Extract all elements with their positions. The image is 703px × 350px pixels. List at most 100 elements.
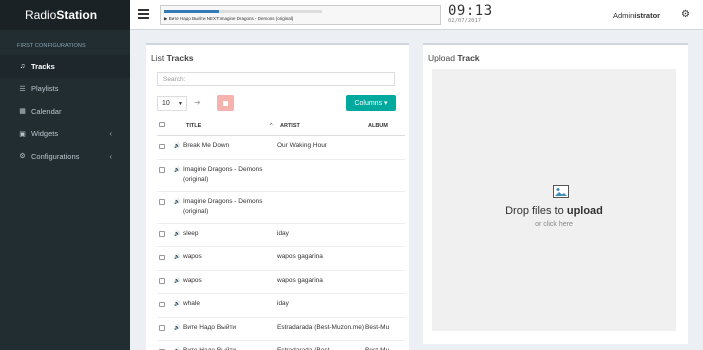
cell-album [365,294,405,304]
menu-toggle-icon[interactable] [138,9,149,19]
cogs-icon: ⚙ [19,153,26,161]
widgets-icon: ▣ [19,130,26,138]
topbar: ▶ Витe Надо Выйти NEXT:Imagine Dragons -… [130,0,703,30]
cell-album [365,247,405,257]
table-row[interactable]: 🔊 whale iday [157,294,405,318]
sidebar: Radio Station FIRST CONFIGURATIONS ♫ Trac… [0,0,130,350]
delete-button[interactable] [217,95,234,111]
sidebar-item-label: Playlists [31,84,59,94]
sidebar-item-calendar[interactable]: ▦ Calendar [0,100,130,123]
panel-title: Upload Track [423,45,688,63]
upload-track-panel: Upload Track Drop files to upload or cli… [423,43,688,344]
nav-header: FIRST CONFIGURATIONS [17,43,86,49]
chevron-left-icon: ‹ [109,151,112,161]
cell-title: Вите Надо Выйти [183,323,237,331]
table-row[interactable]: 🔊 Break Me Down Our Waking Hour [157,136,405,160]
cell-album [365,160,405,170]
row-checkbox[interactable] [157,341,174,350]
clock-time: 09:13 [448,3,493,19]
cell-title: whale [183,300,200,307]
arrow-right-icon[interactable]: ➔ [194,98,201,107]
cell-title: wapos [183,276,202,284]
panel-title-prefix: List [151,53,167,63]
volume-icon[interactable]: 🔊 [174,160,183,181]
player[interactable]: ▶ Витe Надо Выйти NEXT:Imagine Dragons -… [160,5,441,25]
dropzone[interactable]: Drop files to upload or click here [432,69,676,331]
panel-title: List Tracks [146,45,409,63]
th-album[interactable]: ALBUM [368,123,388,129]
row-checkbox[interactable] [157,224,174,247]
cell-album [365,192,405,202]
cell-title: Imagine Dragons - Demons (original) [183,197,263,216]
tracks-table: TITLE ^ ARTIST ALBUM 🔊 Break Me Down Our W… [157,116,405,350]
cell-album: Best-Mu [365,323,390,331]
table-header: TITLE ^ ARTIST ALBUM [157,116,405,136]
user-name-suffix: istrator [634,11,661,20]
table-row[interactable]: 🔊 Imagine Dragons - Demons (original) [157,160,405,192]
volume-icon[interactable]: 🔊 [174,192,183,213]
cell-title: Вите Надо Выйти [183,341,277,350]
cell-title: Imagine Dragons - Demons (original) [183,165,263,184]
cell-artist: wapos gagarina [277,253,323,260]
th-artist[interactable]: ARTIST [280,123,300,129]
drop-prefix: Drop files to [505,205,567,217]
cell-artist: iday [277,229,289,237]
brand-suffix: Station [56,8,98,22]
table-row[interactable]: 🔊 Вите Надо Выйти Estradarada (Best-Muzon.… [157,318,405,341]
per-page-select[interactable]: 10 ▼ [157,96,187,111]
volume-icon[interactable]: 🔊 [174,294,183,315]
sidebar-item-configurations[interactable]: ⚙ Configurations ‹ [0,145,130,168]
now-playing-text: ▶ Витe Надо Выйти NEXT:Imagine Dragons -… [164,16,294,21]
cell-artist [277,192,365,202]
sidebar-item-tracks[interactable]: ♫ Tracks [0,55,130,78]
panel-title-suffix: Tracks [166,53,194,63]
cell-artist: wapos gagarina [277,276,323,284]
or-click-text: or click here [535,221,573,228]
volume-icon[interactable]: 🔊 [174,224,183,245]
table-body: 🔊 Break Me Down Our Waking Hour 🔊 Imagine Dr… [157,136,405,350]
player-progress-bar[interactable] [164,10,322,13]
row-checkbox[interactable] [157,318,174,341]
row-checkbox[interactable] [157,136,174,159]
volume-icon[interactable]: 🔊 [174,136,183,157]
volume-icon[interactable]: 🔊 [174,341,183,350]
per-page-value: 10 [162,100,170,107]
cell-album [365,224,405,234]
cell-artist: Estradarada (Best- [277,341,365,350]
volume-icon[interactable]: 🔊 [174,271,183,292]
table-row[interactable]: 🔊 wapos wapos gagarina [157,271,405,294]
list-tracks-panel: List Tracks Search: 10 ▼ ➔ Columns ▾ TIT… [146,43,409,350]
table-row[interactable]: 🔊 Imagine Dragons - Demons (original) [157,192,405,224]
drop-files-text: Drop files to upload [432,205,676,217]
cell-title: Break Me Down [183,142,230,149]
caret-down-icon: ▼ [178,101,183,107]
th-title[interactable]: TITLE [186,123,201,129]
table-row[interactable]: 🔊Вите Надо ВыйтиEstradarada (Best-Best-M… [157,341,405,350]
gear-icon[interactable]: ⚙ [681,9,690,20]
music-icon: ♫ [19,62,26,70]
brand-logo[interactable]: Radio Station [0,0,130,30]
row-checkbox[interactable] [157,271,174,294]
volume-icon[interactable]: 🔊 [174,318,183,339]
drop-suffix: upload [566,205,603,217]
user-menu[interactable]: Administrator [613,11,660,20]
sidebar-item-label: Tracks [31,61,55,71]
row-checkbox[interactable] [157,160,174,183]
select-all-checkbox[interactable] [157,121,174,130]
cell-title: wapos [183,253,202,260]
list-icon: ☰ [19,85,26,93]
sidebar-item-widgets[interactable]: ▣ Widgets ‹ [0,123,130,146]
stop-icon [223,100,228,106]
sort-icon[interactable]: ^ [270,123,273,129]
table-row[interactable]: 🔊 sleep iday [157,224,405,247]
volume-icon[interactable]: 🔊 [174,247,183,268]
row-checkbox[interactable] [157,247,174,270]
row-checkbox[interactable] [157,294,174,317]
table-row[interactable]: 🔊 wapos wapos gagarina [157,247,405,271]
columns-button[interactable]: Columns ▾ [346,95,396,111]
row-checkbox[interactable] [157,192,174,215]
brand-prefix: Radio [25,8,57,22]
cell-album [365,136,405,146]
sidebar-item-playlists[interactable]: ☰ Playlists [0,78,130,101]
search-input[interactable]: Search: [157,72,395,86]
